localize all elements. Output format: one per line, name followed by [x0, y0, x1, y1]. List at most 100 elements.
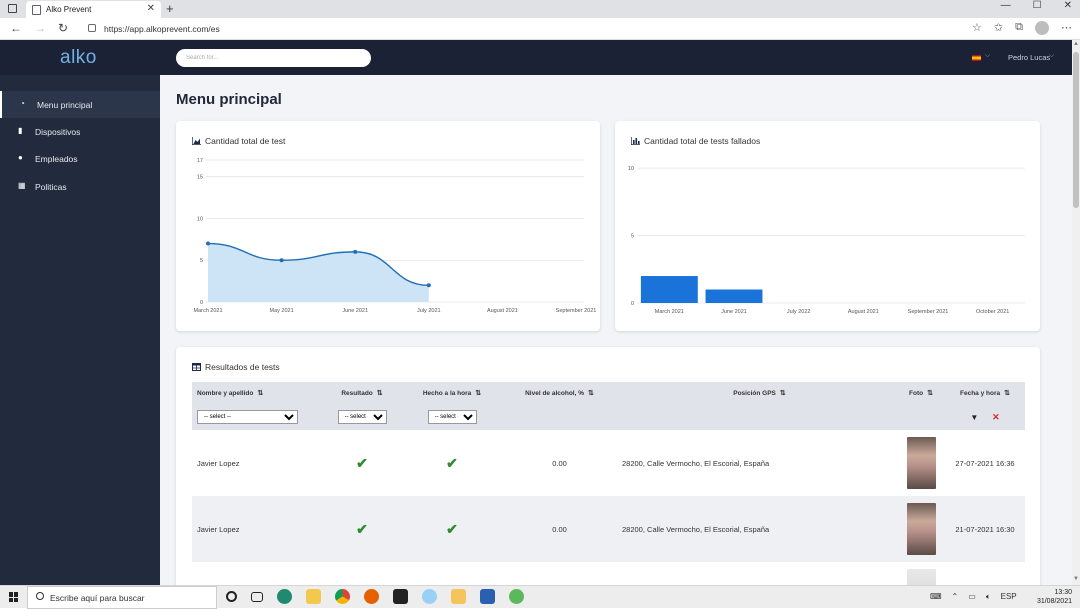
clock-time: 13:30 [1054, 589, 1072, 596]
app-header: alko ⌵ Pedro Lucas ⌵ [0, 40, 1072, 75]
clock[interactable]: 13:30 31/08/2021 [1037, 588, 1072, 606]
data-point [426, 283, 431, 288]
gps-link[interactable]: 28200, Calle Vermocho, El Escorial, Espa… [622, 430, 897, 496]
cortana-icon[interactable] [226, 591, 237, 602]
address-bar[interactable]: https://app.alkoprevent.com/es [84, 21, 974, 37]
employee-name: Javier Lopez [197, 458, 240, 468]
windows-start-icon[interactable] [9, 592, 19, 602]
minimize-icon[interactable]: — [1001, 0, 1011, 11]
failed-tests-chart: 0 5 10 March 2021 June 2021 July 2022 August 2… [628, 166, 1025, 315]
search-app-icon[interactable] [422, 589, 437, 604]
gps-link[interactable]: 28200, Calle Vermocho, El Escorial, Espa… [622, 496, 897, 562]
sidebar-item-dispositivos[interactable]: ▮ Dispositivos [0, 118, 160, 145]
gauge-icon: ◔ [20, 99, 25, 108]
column-header-datetime[interactable]: Fecha y hora ⇅ [945, 382, 1025, 404]
column-header-name[interactable]: Nombre y apellido ⇅ [192, 382, 317, 404]
employee-name: Javier Lopez [197, 524, 240, 534]
edge-icon[interactable] [277, 589, 292, 604]
table-icon: ▦ [18, 181, 26, 190]
firefox-icon[interactable] [364, 589, 379, 604]
table-filter-row: -- select -- -- select -- -- select -- ▼… [192, 404, 1025, 430]
alko-logo[interactable]: alko [60, 47, 97, 69]
terminal-icon[interactable] [393, 589, 408, 604]
mail-icon[interactable] [451, 589, 466, 604]
results-card: Resultados de tests Nombre y apellido ⇅ R… [176, 347, 1040, 585]
page-scrollbar[interactable]: ▲ ▼ [1072, 40, 1080, 585]
x-tick-label: June 2021 [721, 309, 747, 315]
spain-flag-icon[interactable] [972, 55, 981, 61]
system-tray: ⌨ ⌃ ▭ 🔈︎ ESP [930, 592, 1017, 602]
column-header-photo[interactable]: Foto ⇅ [897, 382, 945, 404]
sort-icon: ⇅ [376, 390, 383, 397]
globe-icon[interactable] [509, 589, 524, 604]
scroll-down-icon[interactable]: ▼ [1073, 576, 1079, 582]
favorite-add-icon[interactable]: ☆ [972, 21, 982, 35]
sidebar-item-politicas[interactable]: ▦ Politicas [0, 173, 160, 200]
scrollbar-thumb[interactable] [1073, 52, 1079, 208]
network-app-icon[interactable] [480, 589, 495, 604]
search-input[interactable] [176, 49, 371, 67]
column-header-time[interactable]: Hecho a la hora ⇅ [407, 382, 497, 404]
close-tab-icon[interactable]: ✕ [147, 3, 155, 14]
profile-avatar[interactable] [1035, 21, 1049, 35]
employee-photo[interactable] [906, 569, 936, 585]
chevron-down-icon[interactable]: ⌵ [1049, 52, 1054, 60]
table-row[interactable]: Javier Lopez ✔ ✔ 0.00 28200, Calle Vermo… [192, 496, 1025, 562]
y-tick-label: 15 [197, 175, 203, 181]
chevron-down-icon[interactable]: ⌵ [985, 52, 990, 60]
close-window-icon[interactable]: ✕ [1064, 0, 1072, 11]
filter-icon[interactable]: ▼ [970, 413, 978, 422]
time-filter-select[interactable]: -- select -- [427, 410, 477, 424]
x-tick-label: September 2021 [908, 309, 949, 315]
y-tick-label: 5 [631, 234, 634, 240]
chrome-icon[interactable] [335, 589, 350, 604]
checkmark-icon: ✔ [356, 454, 368, 471]
browser-tab[interactable]: Alko Prevent ✕ [26, 1, 161, 18]
column-header-result[interactable]: Resultado ⇅ [317, 382, 407, 404]
table-row[interactable] [192, 562, 1025, 585]
result-filter-select[interactable]: -- select -- [337, 410, 387, 424]
scroll-up-icon[interactable]: ▲ [1073, 41, 1079, 47]
forward-arrow-icon[interactable]: → [34, 21, 46, 35]
sidebar-item-menu-principal[interactable]: ◔ Menu principal [0, 91, 160, 118]
tab-actions-icon[interactable] [8, 4, 17, 13]
bar [705, 289, 763, 303]
clear-filter-icon[interactable]: ✕ [992, 412, 1000, 422]
x-tick-label: August 2021 [848, 309, 879, 315]
new-tab-button[interactable]: + [166, 1, 174, 16]
more-icon[interactable]: ⋯ [1061, 21, 1072, 35]
main-content: Menu principal Cantidad total de test 05… [160, 75, 1072, 585]
column-header-gps[interactable]: Posición GPS ⇅ [622, 382, 897, 404]
file-explorer-icon[interactable] [306, 589, 321, 604]
maximize-icon[interactable]: ☐ [1033, 0, 1042, 11]
table-row[interactable]: Javier Lopez ✔ ✔ 0.00 28200, Calle Vermo… [192, 430, 1025, 496]
browser-tab-title: Alko Prevent [46, 5, 92, 14]
x-tick-label: July 2022 [787, 309, 811, 315]
sidebar-item-label: Politicas [35, 182, 67, 192]
task-view-icon[interactable] [251, 592, 263, 602]
windows-taskbar: Escribe aquí para buscar ⌨ ⌃ ▭ 🔈︎ ESP 13… [0, 585, 1080, 609]
network-icon[interactable]: ▭ [968, 592, 976, 602]
employee-photo[interactable] [906, 503, 936, 555]
keyboard-icon[interactable]: ⌨ [930, 592, 942, 602]
sidebar-item-empleados[interactable]: ● Empleados [0, 145, 160, 172]
data-point [353, 249, 358, 254]
volume-icon[interactable]: 🔈︎ [986, 592, 991, 602]
column-header-alcohol[interactable]: Nivel de alcohol, % ⇅ [497, 382, 622, 404]
refresh-icon[interactable]: ↻ [58, 21, 68, 35]
back-arrow-icon[interactable]: ← [10, 21, 22, 35]
y-tick-label: 10 [628, 166, 634, 172]
x-tick-label: March 2021 [655, 309, 684, 315]
taskbar-search[interactable]: Escribe aquí para buscar [27, 586, 217, 609]
favorites-icon[interactable]: ✩ [994, 21, 1003, 35]
chevron-up-icon[interactable]: ⌃ [952, 592, 959, 602]
browser-tabbar: Alko Prevent ✕ + — ☐ ✕ [0, 0, 1080, 18]
y-tick-label: 17 [197, 158, 203, 164]
employee-photo[interactable] [906, 437, 936, 489]
language-indicator[interactable]: ESP [1001, 592, 1017, 602]
data-point [206, 241, 210, 246]
device-icon: ▮ [18, 126, 23, 135]
name-filter-select[interactable]: -- select -- [197, 410, 298, 424]
collections-icon[interactable]: ⧉ [1015, 21, 1023, 35]
user-menu[interactable]: Pedro Lucas [1008, 53, 1050, 62]
